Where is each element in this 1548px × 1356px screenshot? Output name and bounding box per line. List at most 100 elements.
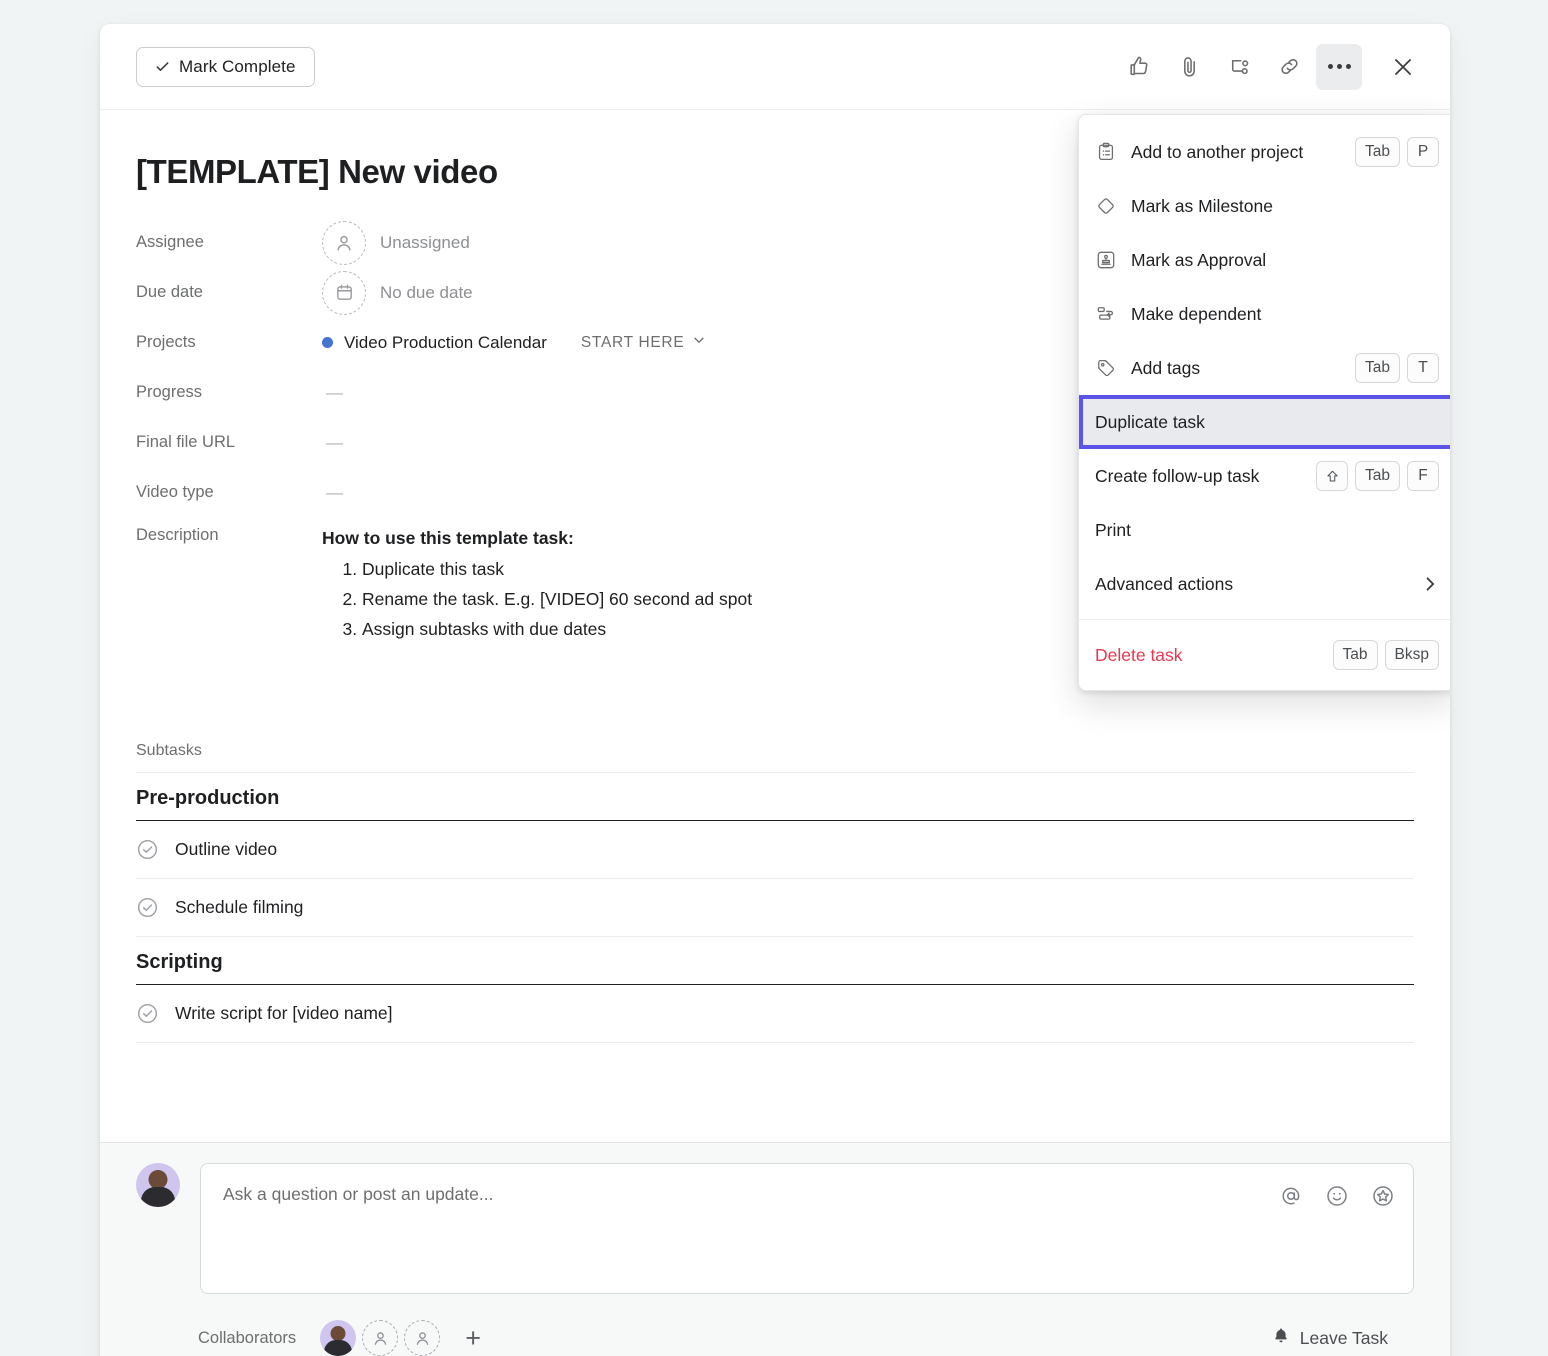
- avatar: [136, 1163, 180, 1207]
- kbd-key: Tab: [1355, 137, 1400, 167]
- link-icon[interactable]: [1266, 44, 1312, 90]
- mark-complete-button[interactable]: Mark Complete: [136, 47, 315, 87]
- menu-item-label: Duplicate task: [1095, 412, 1205, 433]
- mark-complete-label: Mark Complete: [179, 57, 296, 77]
- collaborator-placeholder-icon[interactable]: [362, 1320, 398, 1356]
- final-file-url-value[interactable]: —: [322, 433, 343, 453]
- shortcut-keys: Tab T: [1355, 353, 1439, 383]
- subtask-label: Outline video: [175, 839, 277, 860]
- chevron-down-icon: [692, 333, 706, 352]
- subtask-row[interactable]: Schedule filming: [136, 879, 1414, 937]
- clipboard-list-icon: [1095, 141, 1117, 163]
- menu-item-make-dependent[interactable]: Make dependent: [1079, 287, 1450, 341]
- menu-item-label: Make dependent: [1131, 304, 1261, 325]
- like-icon[interactable]: [1116, 44, 1162, 90]
- attachment-icon[interactable]: [1166, 44, 1212, 90]
- progress-label: Progress: [136, 383, 322, 402]
- menu-item-advanced-actions[interactable]: Advanced actions: [1079, 557, 1450, 611]
- assignee-avatar-placeholder[interactable]: [322, 221, 366, 265]
- assignee-label: Assignee: [136, 233, 322, 252]
- subtask-icon[interactable]: [1216, 44, 1262, 90]
- description-content[interactable]: How to use this template task: Duplicate…: [322, 526, 752, 645]
- project-section-label: START HERE: [581, 334, 684, 352]
- avatar-body: [141, 1187, 175, 1207]
- emoji-icon[interactable]: [1325, 1184, 1349, 1208]
- shortcut-keys: Tab F: [1316, 461, 1439, 491]
- avatar-body: [324, 1340, 352, 1356]
- menu-item-label: Create follow-up task: [1095, 466, 1259, 487]
- menu-item-add-to-another-project[interactable]: Add to another project Tab P: [1079, 125, 1450, 179]
- menu-item-label: Add to another project: [1131, 142, 1303, 163]
- menu-divider: [1079, 619, 1450, 620]
- shortcut-keys: Tab Bksp: [1333, 640, 1439, 670]
- description-heading: How to use this template task:: [322, 528, 752, 549]
- menu-item-label: Delete task: [1095, 645, 1183, 666]
- subtask-row[interactable]: Write script for [video name]: [136, 985, 1414, 1043]
- menu-item-mark-as-milestone[interactable]: Mark as Milestone: [1079, 179, 1450, 233]
- menu-item-duplicate-task[interactable]: Duplicate task: [1079, 395, 1450, 449]
- menu-item-delete-task[interactable]: Delete task Tab Bksp: [1079, 628, 1450, 682]
- chevron-right-icon: [1421, 575, 1439, 593]
- menu-item-mark-as-approval[interactable]: Mark as Approval: [1079, 233, 1450, 287]
- kbd-key: T: [1407, 353, 1439, 383]
- task-detail-card: Mark Complete: [100, 24, 1450, 1356]
- projects-label: Projects: [136, 333, 322, 352]
- menu-item-label: Advanced actions: [1095, 574, 1233, 595]
- project-section-dropdown[interactable]: START HERE: [581, 333, 706, 352]
- tag-icon: [1095, 357, 1117, 379]
- menu-item-label: Add tags: [1131, 358, 1200, 379]
- subtask-label: Schedule filming: [175, 897, 303, 918]
- menu-item-print[interactable]: Print: [1079, 503, 1450, 557]
- kbd-key: Tab: [1355, 353, 1400, 383]
- subtasks-section: Subtasks Pre-production Outline video Sc…: [136, 742, 1414, 1043]
- calendar-icon[interactable]: [322, 271, 366, 315]
- kbd-key: Bksp: [1385, 640, 1439, 670]
- menu-item-label: Mark as Approval: [1131, 250, 1266, 271]
- assignee-value[interactable]: Unassigned: [380, 233, 470, 253]
- video-type-value[interactable]: —: [322, 483, 343, 503]
- comment-placeholder: Ask a question or post an update...: [223, 1184, 1391, 1205]
- add-collaborator-button[interactable]: +: [456, 1321, 490, 1355]
- project-name[interactable]: Video Production Calendar: [344, 333, 547, 353]
- subtask-group-title-scripting: Scripting: [136, 937, 1414, 985]
- more-actions-menu: Add to another project Tab P Mark as Mil…: [1078, 114, 1450, 691]
- menu-item-label: Print: [1095, 520, 1131, 541]
- bell-icon: [1271, 1326, 1291, 1351]
- due-date-value[interactable]: No due date: [380, 283, 473, 303]
- menu-item-create-follow-up-task[interactable]: Create follow-up task Tab F: [1079, 449, 1450, 503]
- leave-task-button[interactable]: Leave Task: [1271, 1326, 1388, 1351]
- sticker-icon[interactable]: [1371, 1184, 1395, 1208]
- subtask-row[interactable]: Outline video: [136, 821, 1414, 879]
- description-step: Duplicate this task: [362, 554, 752, 584]
- leave-task-label: Leave Task: [1300, 1328, 1388, 1349]
- collaborators-bar: Collaborators + Leave Task: [136, 1294, 1414, 1356]
- comment-input[interactable]: Ask a question or post an update...: [200, 1163, 1414, 1294]
- menu-item-add-tags[interactable]: Add tags Tab T: [1079, 341, 1450, 395]
- dependency-icon: [1095, 303, 1117, 325]
- subtask-label: Write script for [video name]: [175, 1003, 393, 1024]
- complete-circle-icon[interactable]: [136, 896, 159, 919]
- collaborator-avatar[interactable]: [320, 1320, 356, 1356]
- video-type-label: Video type: [136, 483, 322, 502]
- description-step: Rename the task. E.g. [VIDEO] 60 second …: [362, 584, 752, 614]
- final-file-url-label: Final file URL: [136, 433, 322, 452]
- subtasks-label: Subtasks: [136, 742, 1414, 772]
- kbd-key: Tab: [1333, 640, 1378, 670]
- check-icon: [155, 59, 170, 74]
- complete-circle-icon[interactable]: [136, 1002, 159, 1025]
- ellipsis-glyph: [1328, 64, 1351, 69]
- mention-icon[interactable]: [1279, 1184, 1303, 1208]
- progress-value[interactable]: —: [322, 383, 343, 403]
- diamond-icon: [1095, 195, 1117, 217]
- stamp-icon: [1095, 249, 1117, 271]
- menu-item-label: Mark as Milestone: [1131, 196, 1273, 217]
- comment-composer: Ask a question or post an update...: [136, 1163, 1414, 1294]
- subtask-group-title-pre-production: Pre-production: [136, 773, 1414, 821]
- collaborator-placeholder-icon[interactable]: [404, 1320, 440, 1356]
- close-icon[interactable]: [1380, 44, 1426, 90]
- task-footer: Ask a question or post an update...: [100, 1142, 1450, 1356]
- collaborators-label: Collaborators: [198, 1329, 296, 1348]
- complete-circle-icon[interactable]: [136, 838, 159, 861]
- description-steps: Duplicate this task Rename the task. E.g…: [322, 554, 752, 645]
- more-options-icon[interactable]: [1316, 44, 1362, 90]
